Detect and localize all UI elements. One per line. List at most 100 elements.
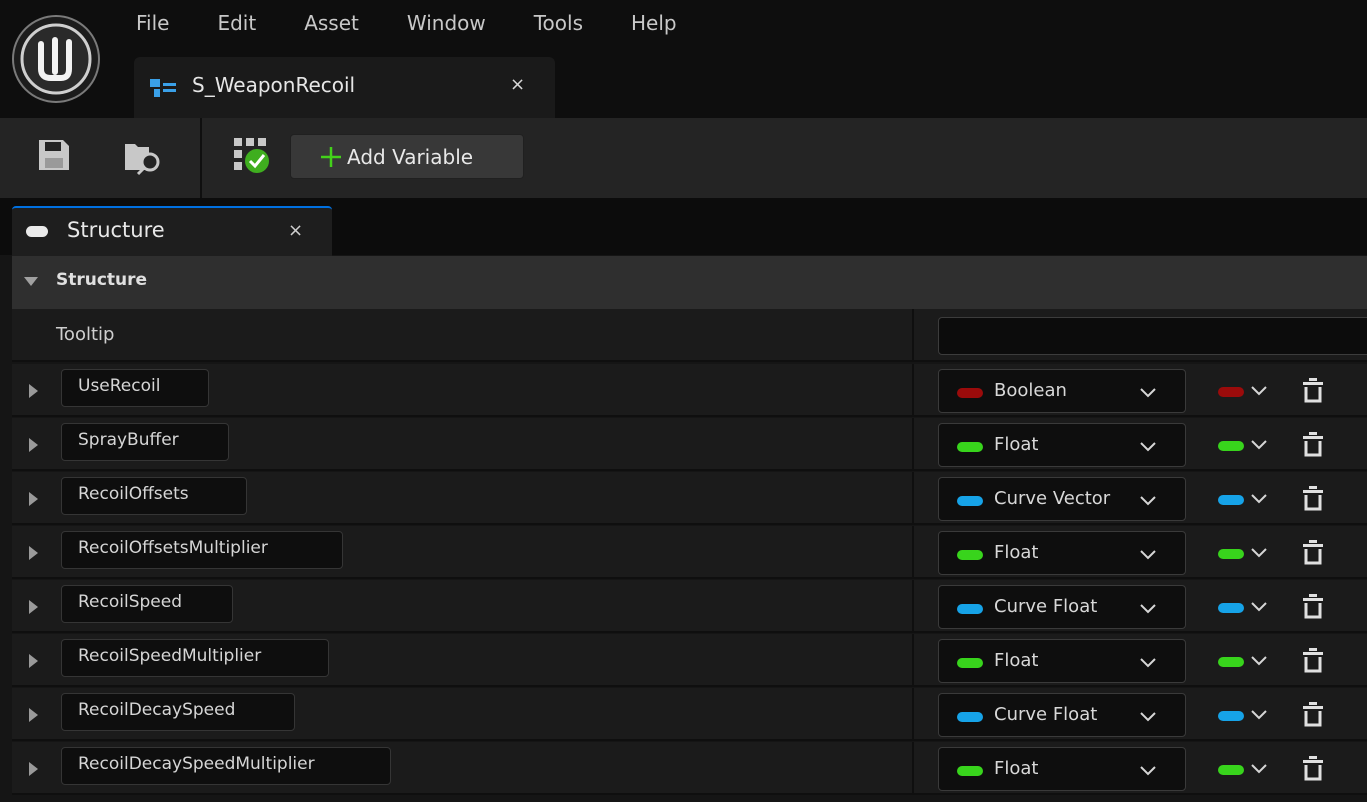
- title-bar: File Edit Asset Window Tools Help S_Weap…: [0, 0, 1367, 118]
- variable-type-label: Boolean: [994, 380, 1067, 401]
- container-type-icon[interactable]: [1218, 657, 1244, 667]
- user-defined-struct-icon: [150, 79, 176, 97]
- variable-type-dropdown[interactable]: Curve Vector: [938, 477, 1186, 521]
- trash-icon[interactable]: [1302, 593, 1324, 623]
- close-icon[interactable]: ×: [510, 74, 525, 95]
- trash-icon[interactable]: [1302, 431, 1324, 461]
- variable-type-label: Float: [994, 542, 1039, 563]
- variable-type-dropdown[interactable]: Float: [938, 531, 1186, 575]
- column-divider[interactable]: [912, 580, 914, 631]
- menu-edit[interactable]: Edit: [217, 11, 256, 35]
- browse-icon[interactable]: [123, 136, 163, 176]
- menu-asset[interactable]: Asset: [304, 11, 359, 35]
- variable-row: RecoilDecaySpeed Curve Float: [12, 688, 1367, 741]
- compile-status-icon[interactable]: [232, 136, 272, 176]
- trash-icon[interactable]: [1302, 485, 1324, 515]
- variable-name-field[interactable]: RecoilSpeed: [61, 585, 233, 623]
- chevron-down-icon[interactable]: [1250, 436, 1268, 455]
- variable-name-field[interactable]: RecoilDecaySpeed: [61, 693, 295, 731]
- variable-type-label: Float: [994, 758, 1039, 779]
- variable-name-field[interactable]: RecoilOffsetsMultiplier: [61, 531, 343, 569]
- menu-help[interactable]: Help: [631, 11, 677, 35]
- container-type-icon[interactable]: [1218, 765, 1244, 775]
- chevron-down-icon[interactable]: [1250, 652, 1268, 671]
- container-type-icon[interactable]: [1218, 441, 1244, 451]
- document-tab[interactable]: S_WeaponRecoil ×: [134, 57, 555, 118]
- tooltip-input[interactable]: [938, 317, 1367, 355]
- chevron-down-icon[interactable]: [1250, 490, 1268, 509]
- variable-name-field[interactable]: SprayBuffer: [61, 423, 229, 461]
- menu-tools[interactable]: Tools: [534, 11, 583, 35]
- variable-type-dropdown[interactable]: Boolean: [938, 369, 1186, 413]
- category-header[interactable]: Structure: [12, 256, 1367, 310]
- variable-row: RecoilSpeed Curve Float: [12, 580, 1367, 633]
- column-divider[interactable]: [912, 742, 914, 793]
- add-variable-label: Add Variable: [347, 144, 474, 169]
- chevron-down-icon[interactable]: [1250, 706, 1268, 725]
- trash-icon[interactable]: [1302, 377, 1324, 407]
- expand-arrow-icon[interactable]: [29, 708, 38, 722]
- variable-row: RecoilSpeedMultiplier Float: [12, 634, 1367, 687]
- variable-type-dropdown[interactable]: Float: [938, 747, 1186, 791]
- variable-row: RecoilOffsetsMultiplier Float: [12, 526, 1367, 579]
- variable-row: RecoilDecaySpeedMultiplier Float: [12, 742, 1367, 795]
- column-divider[interactable]: [912, 472, 914, 523]
- collapse-triangle-icon[interactable]: [24, 277, 38, 286]
- expand-arrow-icon[interactable]: [29, 492, 38, 506]
- expand-arrow-icon[interactable]: [29, 438, 38, 452]
- chevron-down-icon[interactable]: [1250, 598, 1268, 617]
- trash-icon[interactable]: [1302, 755, 1324, 785]
- tab-structure-label: Structure: [67, 218, 165, 242]
- variable-type-dropdown[interactable]: Float: [938, 423, 1186, 467]
- expand-arrow-icon[interactable]: [29, 654, 38, 668]
- column-divider[interactable]: [912, 418, 914, 469]
- chevron-down-icon: [1139, 438, 1157, 457]
- chevron-down-icon[interactable]: [1250, 544, 1268, 563]
- type-color-pill: [957, 604, 983, 614]
- expand-arrow-icon[interactable]: [29, 600, 38, 614]
- menu-file[interactable]: File: [136, 11, 169, 35]
- container-type-icon[interactable]: [1218, 387, 1244, 397]
- expand-arrow-icon[interactable]: [29, 384, 38, 398]
- column-divider[interactable]: [912, 526, 914, 577]
- type-color-pill: [957, 496, 983, 506]
- tab-structure[interactable]: Structure ×: [12, 206, 332, 256]
- chevron-down-icon: [1139, 492, 1157, 511]
- column-divider[interactable]: [912, 364, 914, 415]
- add-variable-button[interactable]: Add Variable: [290, 134, 524, 179]
- variable-row: RecoilOffsets Curve Vector: [12, 472, 1367, 525]
- expand-arrow-icon[interactable]: [29, 762, 38, 776]
- column-divider[interactable]: [912, 688, 914, 739]
- close-icon[interactable]: ×: [288, 220, 303, 241]
- variable-type-dropdown[interactable]: Curve Float: [938, 585, 1186, 629]
- chevron-down-icon[interactable]: [1250, 760, 1268, 779]
- variable-type-dropdown[interactable]: Curve Float: [938, 693, 1186, 737]
- trash-icon[interactable]: [1302, 647, 1324, 677]
- toolbar-separator: [200, 118, 202, 198]
- variable-type-dropdown[interactable]: Float: [938, 639, 1186, 683]
- variable-type-label: Float: [994, 434, 1039, 455]
- trash-icon[interactable]: [1302, 701, 1324, 731]
- type-color-pill: [957, 442, 983, 452]
- container-type-icon[interactable]: [1218, 711, 1244, 721]
- variable-row: SprayBuffer Float: [12, 418, 1367, 471]
- container-type-icon[interactable]: [1218, 495, 1244, 505]
- variable-name-field[interactable]: RecoilOffsets: [61, 477, 247, 515]
- column-divider[interactable]: [912, 309, 914, 360]
- expand-arrow-icon[interactable]: [29, 546, 38, 560]
- document-tab-label: S_WeaponRecoil: [192, 73, 356, 97]
- unreal-logo-icon[interactable]: [11, 14, 101, 104]
- menu-window[interactable]: Window: [407, 11, 486, 35]
- chevron-down-icon[interactable]: [1250, 382, 1268, 401]
- structure-tab-icon: [26, 226, 48, 237]
- column-divider[interactable]: [912, 634, 914, 685]
- variable-name-field[interactable]: RecoilSpeedMultiplier: [61, 639, 329, 677]
- variable-name-field[interactable]: RecoilDecaySpeedMultiplier: [61, 747, 391, 785]
- tooltip-label: Tooltip: [56, 324, 115, 345]
- save-icon[interactable]: [37, 138, 71, 172]
- container-type-icon[interactable]: [1218, 603, 1244, 613]
- variable-name-field[interactable]: UseRecoil: [61, 369, 209, 407]
- trash-icon[interactable]: [1302, 539, 1324, 569]
- category-label: Structure: [56, 270, 148, 290]
- container-type-icon[interactable]: [1218, 549, 1244, 559]
